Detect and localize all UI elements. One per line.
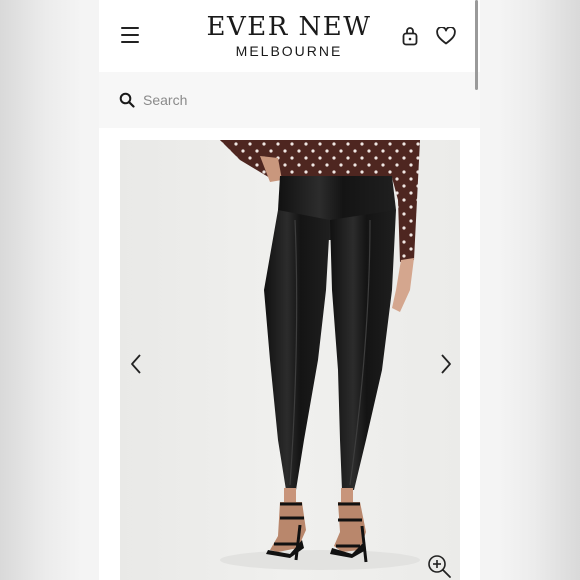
hamburger-menu-icon <box>121 41 139 43</box>
scrollbar[interactable] <box>475 0 478 90</box>
brand-title: EVER NEW <box>206 12 372 42</box>
search-icon <box>119 92 135 108</box>
wishlist-button[interactable] <box>436 26 456 45</box>
brand-subtitle: MELBOURNE <box>235 43 343 59</box>
search-input[interactable] <box>143 88 443 112</box>
menu-button[interactable] <box>121 27 139 43</box>
hamburger-menu-icon <box>121 27 139 29</box>
shopping-bag-button[interactable] <box>402 26 418 46</box>
chevron-left-icon[interactable] <box>128 353 144 375</box>
mobile-page: EVER NEW MELBOURNE <box>99 0 480 580</box>
brand-logo[interactable]: EVER NEW MELBOURNE <box>189 12 389 60</box>
search-bar <box>99 72 480 128</box>
product-photo <box>120 140 460 580</box>
hamburger-menu-icon <box>121 34 139 36</box>
shopping-bag-icon <box>402 27 418 46</box>
zoom-in-icon[interactable] <box>426 553 452 579</box>
heart-icon <box>436 26 456 45</box>
chevron-right-icon[interactable] <box>438 353 454 375</box>
site-header: EVER NEW MELBOURNE <box>99 0 480 72</box>
product-image-carousel[interactable] <box>120 140 460 580</box>
